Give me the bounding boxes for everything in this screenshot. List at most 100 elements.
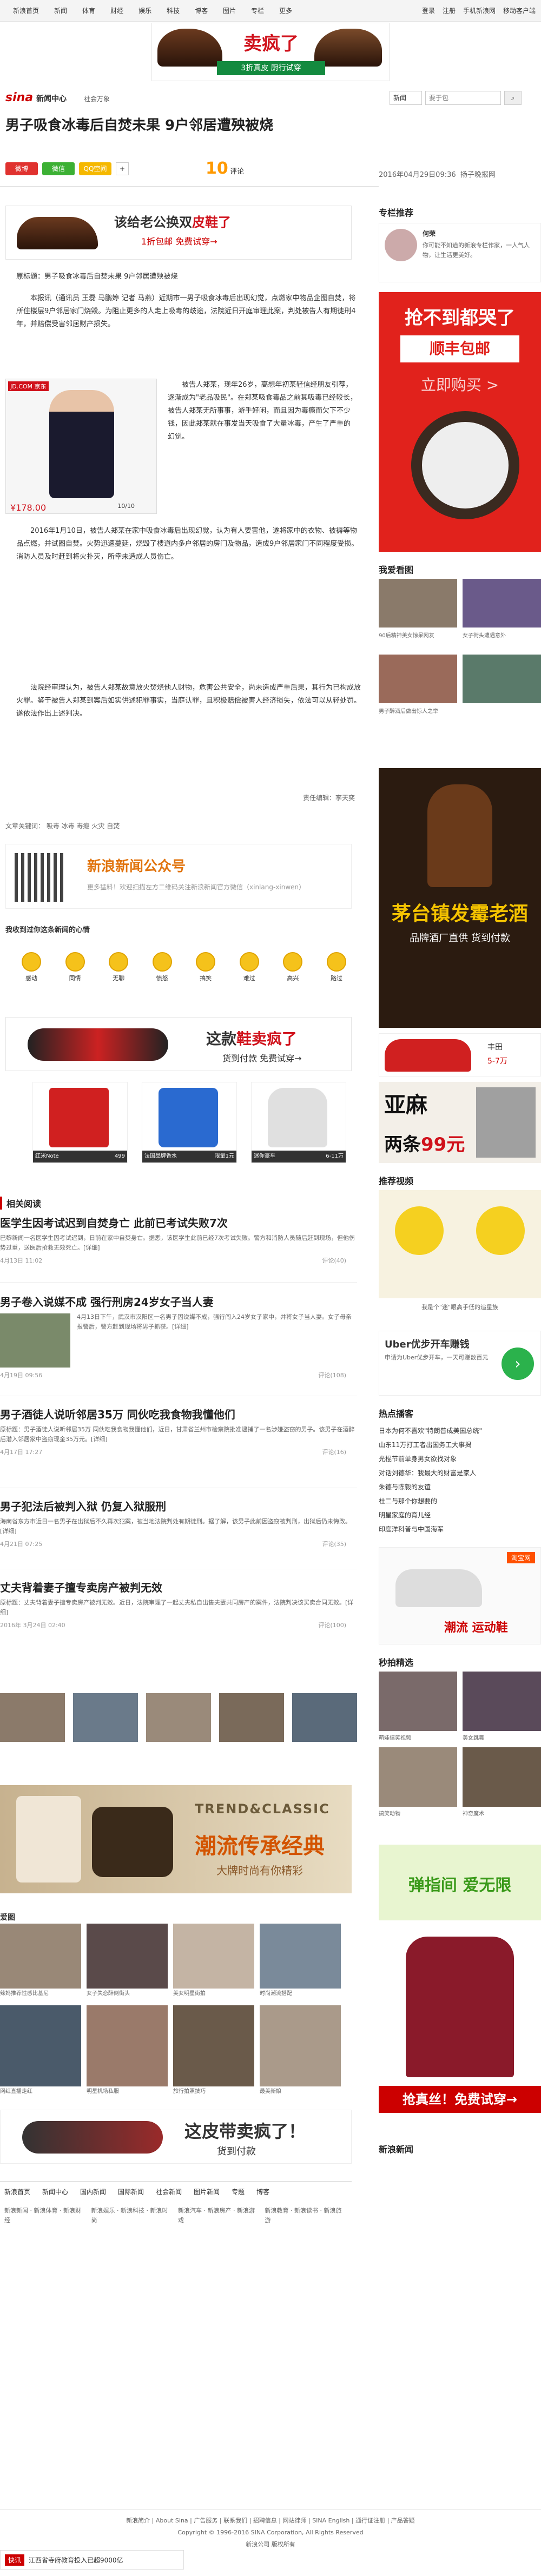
video-caption[interactable]: 我是个"迷"眼高手低的追星族 <box>379 1303 541 1311</box>
news-headline[interactable]: 医学生因考试迟到自焚身亡 此前已考试失败7次 <box>0 1215 357 1231</box>
nav-item[interactable]: 博客 <box>187 5 215 16</box>
footer-link[interactable]: 招聘信息 <box>253 2517 277 2524</box>
thumb-image[interactable] <box>292 1693 357 1742</box>
tag[interactable]: 毒瘾 <box>77 822 90 830</box>
pick-image[interactable] <box>463 1672 541 1731</box>
article-ad[interactable]: 该给老公换双皮鞋了 1折包邮 免费试穿→ <box>5 206 352 260</box>
search-input[interactable] <box>425 91 501 105</box>
login-link[interactable]: 登录 <box>422 5 435 16</box>
news-headline[interactable]: 男子酒徒人说听邻居35万 同伙吃我食物我懂他们 <box>0 1406 357 1423</box>
gallery-item[interactable]: 女子失恋醉倒街头 <box>87 1924 168 1997</box>
gallery-item[interactable]: 旅行拍照技巧 <box>173 2005 254 2095</box>
channel-label[interactable]: 社会万象 <box>84 94 110 103</box>
tag[interactable]: 吸毒 <box>47 822 60 830</box>
tag[interactable]: 火灾 <box>91 822 104 830</box>
thumb-image[interactable] <box>219 1693 284 1742</box>
gallery-item[interactable]: 网红直播走红 <box>0 2005 81 2095</box>
fashion-ad[interactable]: TREND&CLASSIC 潮流传承经典 大牌时尚有你精彩 <box>0 1785 352 1893</box>
game-ad[interactable]: 弹指间 爱无限 <box>379 1845 541 1920</box>
pick-caption[interactable]: 搞笑动物 <box>379 1809 400 1817</box>
taobao-ad[interactable]: 淘宝网 潮流 运动鞋 <box>379 1547 541 1644</box>
news-item[interactable]: 男子卷入说媒不成 强行刑房24岁女子当人妻 4月13日下午，武汉市汉阳区一名男子… <box>0 1294 357 1379</box>
hot-item[interactable]: 印度洋科普与中国海军 <box>379 1522 541 1536</box>
nav-item[interactable]: 科技 <box>159 5 187 16</box>
link-tab[interactable]: 新闻中心 <box>42 2187 68 2196</box>
watch-image[interactable] <box>379 655 457 703</box>
pick-caption[interactable]: 萌娃搞笑视频 <box>379 1733 411 1741</box>
pick-caption[interactable]: 美女跳舞 <box>463 1733 484 1741</box>
link-tab[interactable]: 新浪首页 <box>4 2187 30 2196</box>
register-link[interactable]: 注册 <box>443 5 456 16</box>
mood-item[interactable]: 感动 <box>16 952 47 982</box>
tag[interactable]: 冰毒 <box>62 822 75 830</box>
link-tab[interactable]: 博客 <box>256 2187 269 2196</box>
mood-item[interactable]: 无聊 <box>103 952 134 982</box>
link-tab[interactable]: 专题 <box>232 2187 245 2196</box>
gallery-item[interactable]: 美女明星街拍 <box>173 1924 254 1997</box>
hot-item[interactable]: 山东11万打工者出国务工大事揭 <box>379 1438 541 1452</box>
mood-item[interactable]: 高兴 <box>278 952 308 982</box>
nav-item[interactable]: 新浪首页 <box>5 5 47 16</box>
gallery-item[interactable]: 辣妈推荐性感比基尼 <box>0 1924 81 1997</box>
car-ad[interactable]: 丰田 5-7万 <box>379 1033 541 1076</box>
watch-caption[interactable]: 90后精神美女惊呆网友 <box>379 631 457 639</box>
news-item[interactable]: 丈夫背着妻子擅专卖房产被判无效 原标题：丈夫背着妻子擅专卖房产被判无效。近日，法… <box>0 1580 357 1629</box>
product-card[interactable]: 红米Note 499 <box>32 1082 128 1163</box>
watch-caption[interactable]: 女子街头遭遇意外 <box>463 631 541 639</box>
nav-item[interactable]: 新闻 <box>47 5 75 16</box>
nav-item[interactable]: 更多 <box>272 5 300 16</box>
news-item[interactable]: 医学生因考试迟到自焚身亡 此前已考试失败7次 巴黎新闻一名医学生因考试迟到，日前… <box>0 1215 357 1265</box>
link-column[interactable]: 新浪新闻 · 新浪体育 · 新浪财经 <box>4 2206 87 2225</box>
search-select[interactable]: 新闻 <box>390 91 422 105</box>
link-tab[interactable]: 国际新闻 <box>118 2187 144 2196</box>
footer-link[interactable]: 产品答疑 <box>391 2517 415 2524</box>
hot-item[interactable]: 朱德与陈毅的友谊 <box>379 1480 541 1494</box>
hot-item[interactable]: 杜二与那个你想要的 <box>379 1494 541 1508</box>
mood-item[interactable]: 搞笑 <box>190 952 221 982</box>
liquor-ad[interactable]: 茅台镇发霉老酒 品牌酒厂直供 货到付款 <box>379 768 541 1028</box>
hot-item[interactable]: 光棍节前单身男女欲找对象 <box>379 1452 541 1466</box>
share-qzone-button[interactable]: QQ空间 <box>79 162 111 175</box>
hot-item[interactable]: 对话刘德华：我最大的财富是家人 <box>379 1466 541 1480</box>
thumb-image[interactable] <box>73 1693 138 1742</box>
video-box[interactable]: 我是个"迷"眼高手低的追星族 <box>379 1190 541 1320</box>
belt-ad[interactable]: 这皮带卖疯了！ 货到付款 <box>0 2110 352 2164</box>
mood-item[interactable]: 愤怒 <box>147 952 177 982</box>
footer-link[interactable]: About Sina <box>156 2517 188 2524</box>
shoe-ad[interactable]: 这款鞋卖疯了 货到付款 免费试穿→ <box>5 1017 352 1071</box>
news-comments[interactable]: 评论(40) <box>322 1256 346 1265</box>
pick-image[interactable] <box>463 1747 541 1807</box>
tag[interactable]: 自焚 <box>107 822 120 830</box>
product-card[interactable]: 法国品牌香水 限量1元 <box>142 1082 237 1163</box>
watch-caption[interactable]: 男子醉酒后做出惊人之举 <box>379 706 541 715</box>
belt-sale-ad[interactable]: 抢不到都哭了 顺丰包邮 立即购买 > <box>379 292 541 552</box>
comment-count[interactable]: 10 <box>206 159 228 178</box>
nav-item[interactable]: 专栏 <box>243 5 272 16</box>
uber-ad[interactable]: Uber优步开车赚钱 申请为Uber优步开车，一天可赚数百元 › <box>379 1331 541 1396</box>
mobile-link[interactable]: 手机新浪网 <box>463 5 496 16</box>
linen-ad[interactable]: 亚麻 两条99元 <box>379 1082 541 1163</box>
link-tab[interactable]: 国内新闻 <box>80 2187 106 2196</box>
flash-text[interactable]: 江西省寺府教育投入已超9000亿 <box>29 2555 123 2565</box>
news-image[interactable] <box>0 1313 70 1368</box>
gallery-item[interactable]: 明星机场私服 <box>87 2005 168 2095</box>
top-banner-ad[interactable]: 卖疯了 3折真皮 厨行试穿 <box>151 23 390 81</box>
mood-item[interactable]: 难过 <box>234 952 265 982</box>
pick-image[interactable] <box>379 1672 457 1731</box>
pick-image[interactable] <box>379 1747 457 1807</box>
fixed-news-bar[interactable]: 快讯 江西省寺府教育投入已超9000亿 <box>0 2550 184 2570</box>
mood-item[interactable]: 路过 <box>321 952 352 982</box>
news-comments[interactable]: 评论(100) <box>318 1621 346 1629</box>
product-card[interactable]: 迷你豪车 6-11万 <box>251 1082 346 1163</box>
watch-image[interactable] <box>379 579 457 628</box>
pick-caption[interactable]: 神奇魔术 <box>463 1809 484 1817</box>
news-item[interactable]: 男子酒徒人说听邻居35万 同伙吃我食物我懂他们 原标题：男子酒徒人说听邻居35万… <box>0 1406 357 1456</box>
share-wechat-button[interactable]: 微信 <box>42 162 75 175</box>
footer-link[interactable]: 广告服务 <box>194 2517 217 2524</box>
news-headline[interactable]: 丈夫背着妻子擅专卖房产被判无效 <box>0 1580 357 1596</box>
mood-item[interactable]: 同情 <box>60 952 90 982</box>
footer-link[interactable]: 通行证注册 <box>355 2517 385 2524</box>
thumb-image[interactable] <box>0 1693 65 1742</box>
comment-label[interactable]: 评论 <box>230 166 244 176</box>
nav-item[interactable]: 娱乐 <box>131 5 159 16</box>
